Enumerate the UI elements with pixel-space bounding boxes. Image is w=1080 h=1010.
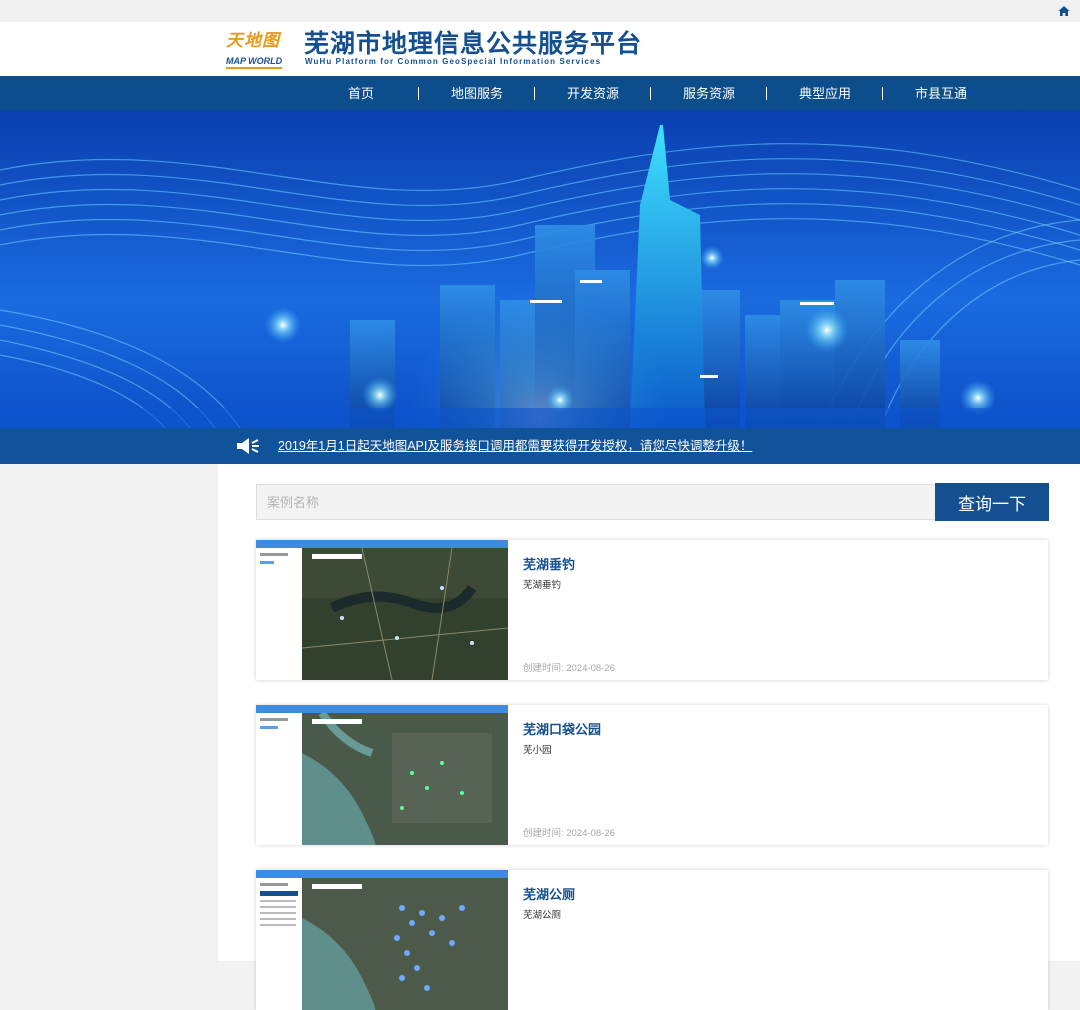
case-description: 芜湖公厕 bbox=[523, 910, 562, 921]
case-card[interactable]: 芜湖垂钓 芜湖垂钓 创建时间: 2024-08-26 bbox=[256, 540, 1048, 680]
site-title: 芜湖市地理信息公共服务平台 bbox=[304, 30, 643, 58]
nav-separator bbox=[418, 87, 419, 100]
case-card[interactable]: 芜湖口袋公园 芜小园 创建时间: 2024-08-26 bbox=[256, 705, 1048, 845]
case-thumbnail bbox=[256, 705, 508, 845]
notice-bar: 2019年1月1日起天地图API及服务接口调用都需要获得开发授权，请您尽快调整升… bbox=[0, 428, 1080, 464]
case-list-panel: 查询一下 芜湖垂钓 芜湖垂钓 创建时间: 2 bbox=[218, 464, 1080, 1010]
case-title[interactable]: 芜湖口袋公园 bbox=[523, 719, 601, 738]
nav-item-service-resources[interactable]: 服务资源 bbox=[659, 76, 759, 110]
nav-item-dev-resources[interactable]: 开发资源 bbox=[543, 76, 643, 110]
search-button[interactable]: 查询一下 bbox=[935, 483, 1049, 521]
logo-cn-text: 天地图 bbox=[226, 31, 280, 51]
site-subtitle: WuHu Platform for Common GeoSpecial Info… bbox=[305, 57, 602, 66]
notice-link[interactable]: 2019年1月1日起天地图API及服务接口调用都需要获得开发授权，请您尽快调整升… bbox=[278, 428, 752, 464]
case-thumbnail bbox=[256, 540, 508, 680]
nav-separator bbox=[534, 87, 535, 100]
logo-en-text: MAP WORLD bbox=[226, 56, 283, 69]
nav-item-home[interactable]: 首页 bbox=[311, 76, 411, 110]
case-title[interactable]: 芜湖垂钓 bbox=[523, 554, 575, 573]
case-created-time: 创建时间: 2024-08-26 bbox=[523, 828, 615, 839]
case-title[interactable]: 芜湖公厕 bbox=[523, 884, 575, 903]
tianditu-logo[interactable]: 天地图 MAP WORLD bbox=[226, 31, 286, 69]
nav-separator bbox=[650, 87, 651, 100]
hero-banner bbox=[0, 110, 1080, 428]
case-created-time: 创建时间: 2024-08-26 bbox=[523, 663, 615, 674]
home-icon[interactable] bbox=[1058, 5, 1070, 17]
top-bar bbox=[0, 0, 1080, 22]
main-nav: 首页 地图服务 开发资源 服务资源 典型应用 市县互通 bbox=[0, 76, 1080, 110]
nav-item-map-services[interactable]: 地图服务 bbox=[427, 76, 527, 110]
case-description: 芜小园 bbox=[523, 745, 552, 756]
case-name-search-input[interactable] bbox=[256, 484, 936, 520]
site-header: 天地图 MAP WORLD 芜湖市地理信息公共服务平台 WuHu Platfor… bbox=[0, 22, 1080, 76]
megaphone-icon bbox=[237, 438, 259, 454]
case-card[interactable]: 芜湖公厕 芜湖公厕 bbox=[256, 870, 1048, 1010]
case-thumbnail bbox=[256, 870, 508, 1010]
nav-separator bbox=[882, 87, 883, 100]
nav-item-county-interconnect[interactable]: 市县互通 bbox=[891, 76, 991, 110]
case-description: 芜湖垂钓 bbox=[523, 580, 562, 591]
nav-separator bbox=[766, 87, 767, 100]
nav-item-typical-apps[interactable]: 典型应用 bbox=[775, 76, 875, 110]
city-skyline-image bbox=[0, 110, 1080, 428]
